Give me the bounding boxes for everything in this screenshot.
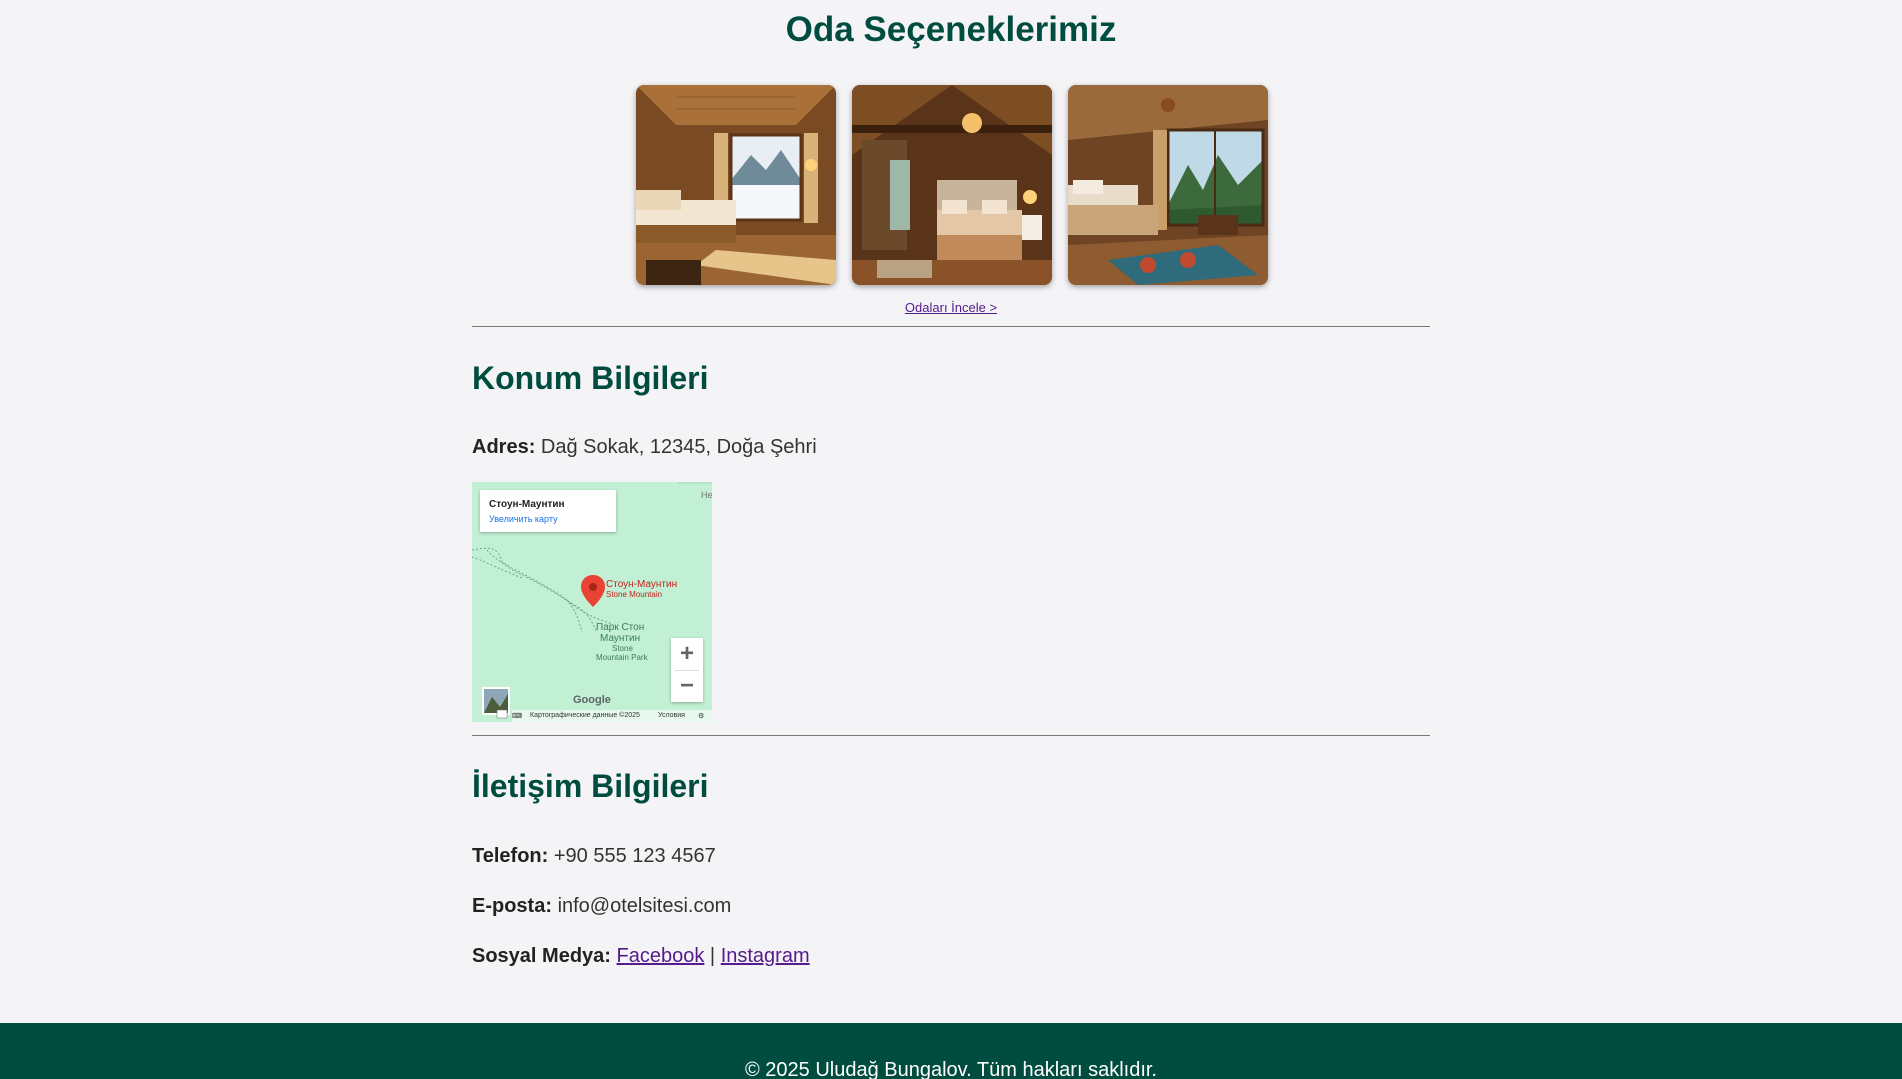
email-line: E-posta: info@otelsitesi.com: [472, 895, 731, 918]
rooms-title: Oda Seçeneklerimiz: [785, 10, 1117, 49]
map-attribution: ⌨ Картографические данные ©2025 Условия …: [512, 710, 712, 722]
map-park-label-3: Stone: [612, 644, 633, 653]
social-line: Sosyal Medya: Facebook | Instagram: [472, 945, 810, 968]
zoom-in-button[interactable]: +: [671, 638, 703, 670]
google-logo: Google: [573, 694, 611, 706]
map-park-label-2: Маунтин: [600, 633, 641, 644]
map-place-name: Стоун-Маунтин: [489, 499, 565, 510]
map-place-card: Стоун-Маунтин Увеличить карту: [480, 490, 616, 532]
map-marker-label: Стоун-Маунтин: [606, 579, 678, 590]
address-value: Dağ Sokak, 12345, Doğa Şehri: [540, 436, 817, 458]
map-report-icon[interactable]: ⚙: [698, 712, 704, 720]
map-enlarge-link[interactable]: Увеличить карту: [489, 514, 558, 524]
map-embed[interactable]: Стоун-Маунтин Увеличить карту Не Стоун-М…: [472, 482, 712, 722]
divider-2: [472, 735, 1430, 736]
page: Oda Seçeneklerimiz Odaları İncele > Konu…: [0, 0, 1902, 1079]
map-zoom-control: + −: [671, 638, 703, 702]
instagram-link[interactable]: Instagram: [721, 945, 810, 967]
email-value: info@otelsitesi.com: [557, 895, 732, 917]
room-gallery: [636, 85, 1268, 285]
map-data-credit: Картографические данные ©2025: [530, 712, 640, 719]
page-footer: © 2025 Uludağ Bungalov. Tüm hakları sakl…: [0, 1023, 1902, 1079]
map-marker-sublabel: Stone Mountain: [606, 590, 663, 599]
phone-label: Telefon:: [472, 845, 549, 867]
phone-line: Telefon: +90 555 123 4567: [472, 845, 716, 868]
address-label: Adres:: [472, 436, 536, 458]
map-edge-label: Не: [701, 490, 712, 500]
divider-1: [472, 326, 1430, 327]
address-line: Adres: Dağ Sokak, 12345, Doğa Şehri: [472, 436, 817, 459]
map-park-label-1: Парк Стон: [596, 622, 645, 633]
zoom-out-button[interactable]: −: [671, 670, 703, 702]
room-photo-1: [636, 85, 836, 285]
room-image-3[interactable]: [1068, 85, 1268, 285]
room-image-2[interactable]: [852, 85, 1052, 285]
social-label: Sosyal Medya:: [472, 945, 611, 967]
map-terms-link[interactable]: Условия: [658, 712, 685, 719]
footer-copyright: © 2025 Uludağ Bungalov. Tüm hakları sakl…: [744, 1059, 1157, 1079]
room-photo-3: [1068, 85, 1268, 285]
map-keyboard-icon[interactable]: ⌨: [512, 712, 522, 720]
contact-title: İletişim Bilgileri: [472, 768, 709, 804]
view-rooms-link[interactable]: Odaları İncele >: [0, 300, 1902, 315]
room-photo-2: [852, 85, 1052, 285]
social-separator: |: [709, 945, 716, 967]
facebook-link[interactable]: Facebook: [617, 945, 705, 967]
email-label: E-posta:: [472, 895, 552, 917]
room-image-1[interactable]: [636, 85, 836, 285]
location-title: Konum Bilgileri: [472, 360, 709, 396]
phone-value: +90 555 123 4567: [553, 845, 716, 867]
map-park-label-4: Mountain Park: [596, 653, 648, 662]
